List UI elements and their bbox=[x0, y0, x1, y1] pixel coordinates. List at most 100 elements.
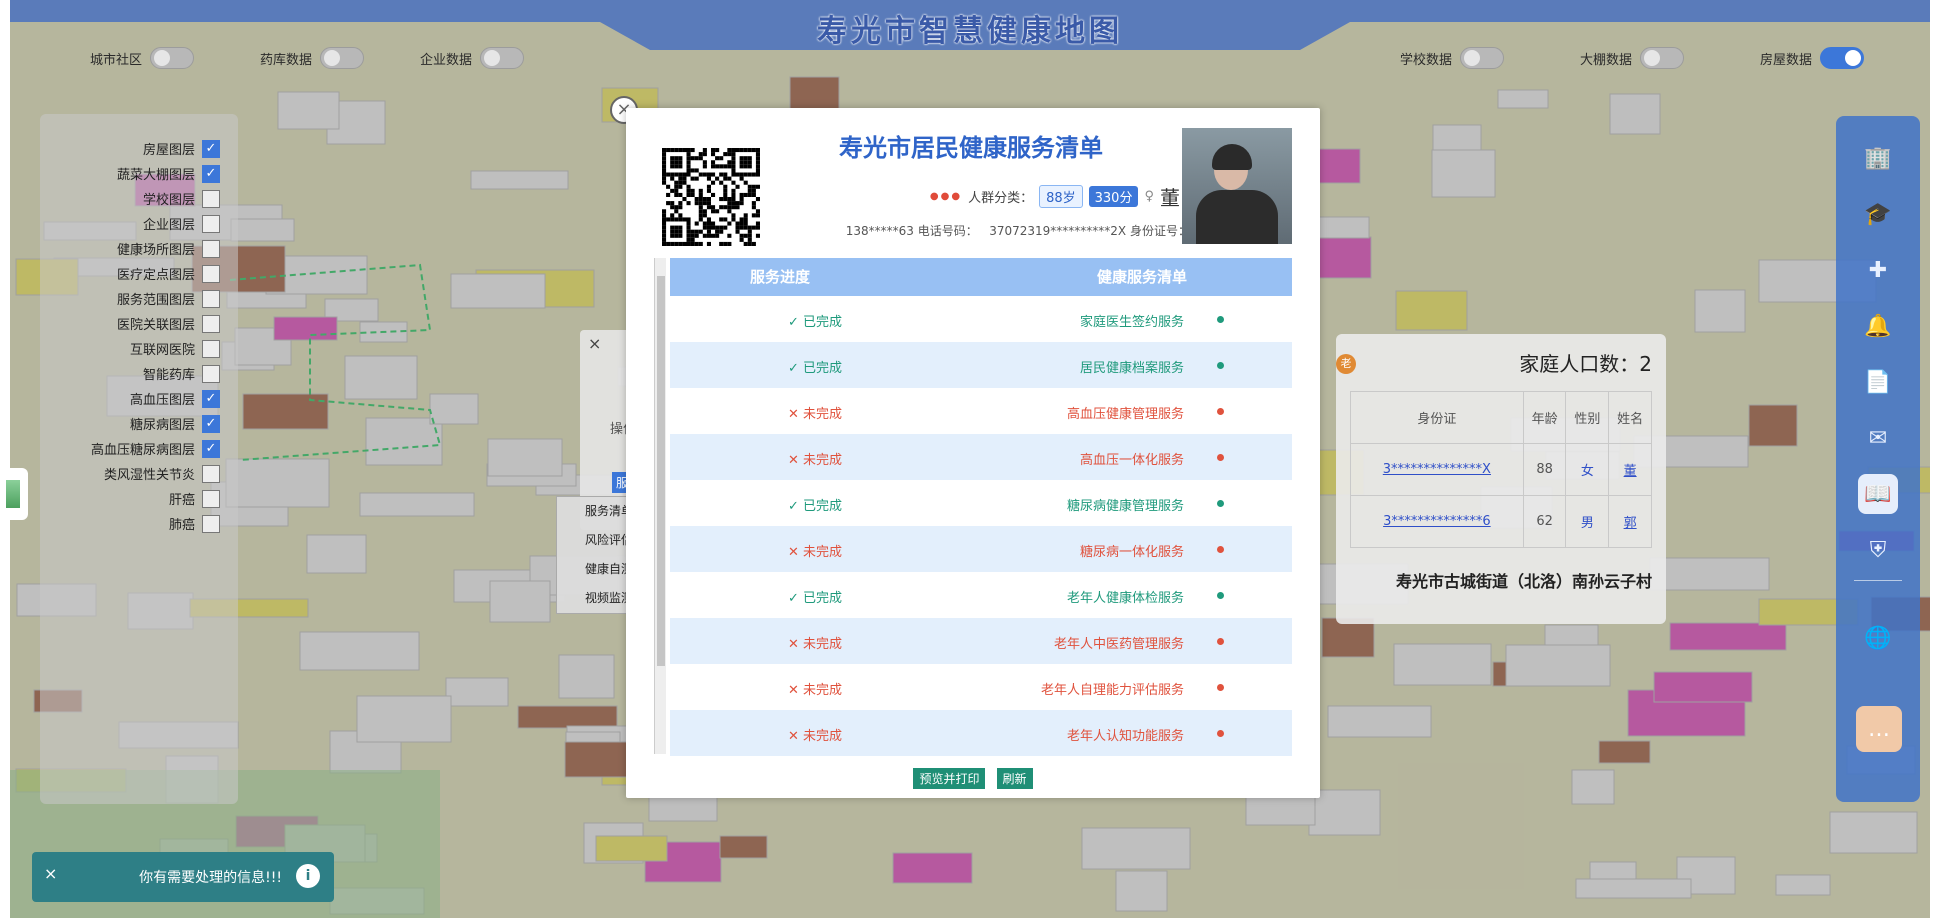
table-row[interactable]: ✓ 已完成 糖尿病健康管理服务 bbox=[670, 480, 1292, 526]
name-cell[interactable]: 郭 bbox=[1608, 495, 1652, 548]
mail-icon[interactable]: ✉ bbox=[1858, 418, 1898, 458]
layer-checkbox[interactable] bbox=[202, 314, 220, 333]
toggle-school-data[interactable]: 学校数据 bbox=[1400, 46, 1505, 70]
layer-item[interactable]: 蔬菜大棚图层 ✓ bbox=[40, 161, 220, 186]
book-icon[interactable]: 📖 bbox=[1858, 474, 1898, 514]
graduation-cap-icon[interactable]: 🎓 bbox=[1858, 194, 1898, 234]
layer-checkbox[interactable] bbox=[202, 364, 220, 383]
toggle-enterprise-data[interactable]: 企业数据 bbox=[420, 46, 525, 70]
layer-checkbox[interactable]: ✓ bbox=[202, 439, 220, 458]
document-icon[interactable]: 📄 bbox=[1858, 362, 1898, 402]
building-icon[interactable]: 🏢 bbox=[1858, 138, 1898, 178]
layer-checkbox[interactable] bbox=[202, 339, 220, 358]
service-name: 老年人中医药管理服务 bbox=[1053, 637, 1184, 652]
layer-checkbox[interactable]: ✓ bbox=[202, 164, 220, 183]
layer-checkbox[interactable] bbox=[202, 489, 220, 508]
layer-checkbox[interactable] bbox=[202, 214, 220, 233]
service-name: 老年人自理能力评估服务 bbox=[1040, 683, 1184, 698]
toggle-switch[interactable] bbox=[320, 47, 365, 69]
col-id: 身份证 bbox=[1350, 391, 1524, 444]
service-status: ✕ 未完成 bbox=[788, 679, 842, 698]
layer-item[interactable]: 学校图层 bbox=[40, 186, 220, 211]
layer-checkbox[interactable]: ✓ bbox=[202, 389, 220, 408]
table-row[interactable]: ✕ 未完成 老年人认知功能服务 bbox=[670, 710, 1292, 756]
id-cell[interactable]: 3**************X bbox=[1350, 443, 1524, 496]
toggle-switch[interactable] bbox=[150, 47, 195, 69]
table-row[interactable]: ✕ 未完成 高血压健康管理服务 bbox=[670, 388, 1292, 434]
bell-icon[interactable]: 🔔 bbox=[1858, 306, 1898, 346]
table-row[interactable]: ✕ 未完成 高血压一体化服务 bbox=[670, 434, 1292, 480]
layer-checkbox[interactable] bbox=[202, 189, 220, 208]
table-row[interactable]: ✓ 已完成 居民健康档案服务 bbox=[670, 342, 1292, 388]
resident-name: 董 bbox=[1160, 186, 1180, 210]
status-text: 已完成 bbox=[803, 361, 843, 376]
toggle-switch[interactable] bbox=[480, 47, 525, 69]
col-sex: 性别 bbox=[1565, 391, 1610, 444]
toggle-switch[interactable] bbox=[1640, 47, 1685, 69]
layer-checkbox[interactable]: ✓ bbox=[202, 414, 220, 433]
score-badge: 330分 bbox=[1088, 186, 1139, 207]
layer-item[interactable]: 服务范围图层 bbox=[40, 286, 220, 311]
table-row[interactable]: 3**************X 88 女 董 bbox=[1350, 443, 1652, 496]
id-cell[interactable]: 3**************6 bbox=[1350, 495, 1524, 548]
layer-item[interactable]: 互联网医院 bbox=[40, 336, 220, 361]
chat-icon[interactable]: … bbox=[1856, 706, 1902, 752]
layer-item[interactable]: 肝癌 bbox=[40, 486, 220, 511]
layer-checkbox[interactable] bbox=[202, 239, 220, 258]
check-icon: ✓ bbox=[788, 591, 799, 606]
name-cell[interactable]: 董 bbox=[1608, 443, 1652, 496]
globe-icon[interactable]: 🌐 bbox=[1858, 618, 1898, 658]
col-name: 姓名 bbox=[1608, 391, 1652, 444]
layer-label: 医院关联图层 bbox=[116, 318, 195, 333]
table-row[interactable]: 3**************6 62 男 郭 bbox=[1350, 495, 1652, 548]
layer-item[interactable]: 医疗定点图层 bbox=[40, 261, 220, 286]
toggle-switch[interactable] bbox=[1460, 47, 1505, 69]
status-dot bbox=[1217, 592, 1224, 599]
service-name: 高血压一体化服务 bbox=[1079, 453, 1184, 468]
table-row[interactable]: ✕ 未完成 老年人中医药管理服务 bbox=[670, 618, 1292, 664]
checkmark-icon: ✓ bbox=[205, 441, 217, 456]
service-list-modal: 寿光市居民健康服务清单 ●●● 人群分类： 88岁 330分 ♀ 董 138**… bbox=[626, 108, 1320, 798]
notification-toast: × 你有需要处理的信息!!! i bbox=[32, 852, 334, 902]
service-name: 糖尿病健康管理服务 bbox=[1066, 499, 1184, 514]
medical-kit-icon[interactable]: ✚ bbox=[1858, 250, 1898, 290]
table-row[interactable]: ✕ 未完成 老年人自理能力评估服务 bbox=[670, 664, 1292, 710]
layer-item[interactable]: 智能药库 bbox=[40, 361, 220, 386]
scrollbar[interactable] bbox=[654, 258, 666, 754]
layer-checkbox[interactable] bbox=[202, 464, 220, 483]
table-row[interactable]: ✕ 未完成 糖尿病一体化服务 bbox=[670, 526, 1292, 572]
modal-title: 寿光市居民健康服务清单 bbox=[839, 134, 1103, 162]
family-count-title: 家庭人口数：2 bbox=[1519, 352, 1652, 376]
checkmark-icon: ✓ bbox=[205, 391, 217, 406]
close-icon[interactable]: × bbox=[44, 864, 57, 883]
print-button[interactable]: 预览并打印 bbox=[913, 768, 986, 789]
table-row[interactable]: ✓ 已完成 家庭医生签约服务 bbox=[670, 296, 1292, 342]
layer-item[interactable]: 高血压图层 ✓ bbox=[40, 386, 220, 411]
layer-item[interactable]: 医院关联图层 bbox=[40, 311, 220, 336]
side-expand-tab[interactable] bbox=[0, 468, 28, 520]
toggle-switch[interactable] bbox=[1820, 47, 1865, 69]
layer-item[interactable]: 企业图层 bbox=[40, 211, 220, 236]
layer-item[interactable]: 糖尿病图层 ✓ bbox=[40, 411, 220, 436]
toggle-greenhouse-data[interactable]: 大棚数据 bbox=[1580, 46, 1685, 70]
layer-checkbox[interactable] bbox=[202, 264, 220, 283]
cross-icon: ✕ bbox=[788, 545, 799, 560]
toast-message: 你有需要处理的信息!!! bbox=[139, 870, 282, 886]
shield-icon[interactable]: ⛨ bbox=[1858, 530, 1898, 570]
status-dot bbox=[1217, 454, 1224, 461]
toggle-housing-data[interactable]: 房屋数据 bbox=[1760, 46, 1865, 70]
layer-checkbox[interactable] bbox=[202, 289, 220, 308]
layer-item[interactable]: 健康场所图层 bbox=[40, 236, 220, 261]
status-text: 未完成 bbox=[803, 729, 843, 744]
toggle-pharmacy-data[interactable]: 药库数据 bbox=[260, 46, 365, 70]
close-icon[interactable]: × bbox=[588, 334, 601, 353]
refresh-button[interactable]: 刷新 bbox=[996, 768, 1033, 789]
layer-item[interactable]: 高血压糖尿病图层 ✓ bbox=[40, 436, 220, 461]
layer-checkbox[interactable]: ✓ bbox=[202, 139, 220, 158]
table-row[interactable]: ✓ 已完成 老年人健康体检服务 bbox=[670, 572, 1292, 618]
layer-checkbox[interactable] bbox=[202, 514, 220, 533]
layer-item[interactable]: 肺癌 bbox=[40, 511, 220, 536]
layer-item[interactable]: 房屋图层 ✓ bbox=[40, 136, 220, 161]
layer-item[interactable]: 类风湿性关节炎 bbox=[40, 461, 220, 486]
toggle-city-community[interactable]: 城市社区 bbox=[90, 46, 195, 70]
